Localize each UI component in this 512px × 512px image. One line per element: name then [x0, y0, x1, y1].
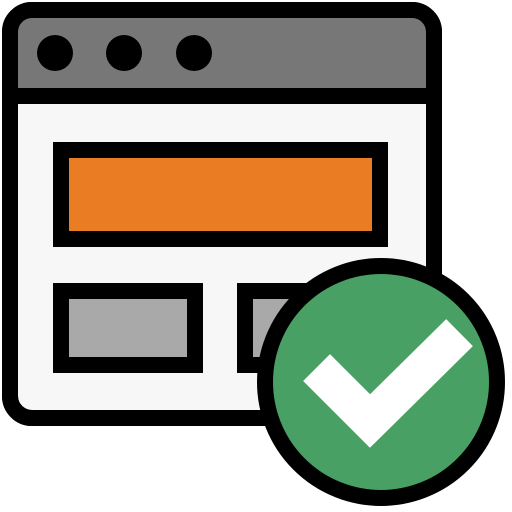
webpage-approved-icon [0, 0, 512, 512]
content-block-left [53, 283, 203, 373]
badge-circle [257, 258, 505, 506]
window-titlebar [18, 18, 426, 88]
window-dot-3 [176, 35, 212, 71]
window-dot-1 [37, 35, 73, 71]
approved-badge [257, 258, 505, 506]
banner-block [53, 142, 388, 247]
icon-svg [2, 2, 505, 506]
window-dot-2 [106, 35, 142, 71]
